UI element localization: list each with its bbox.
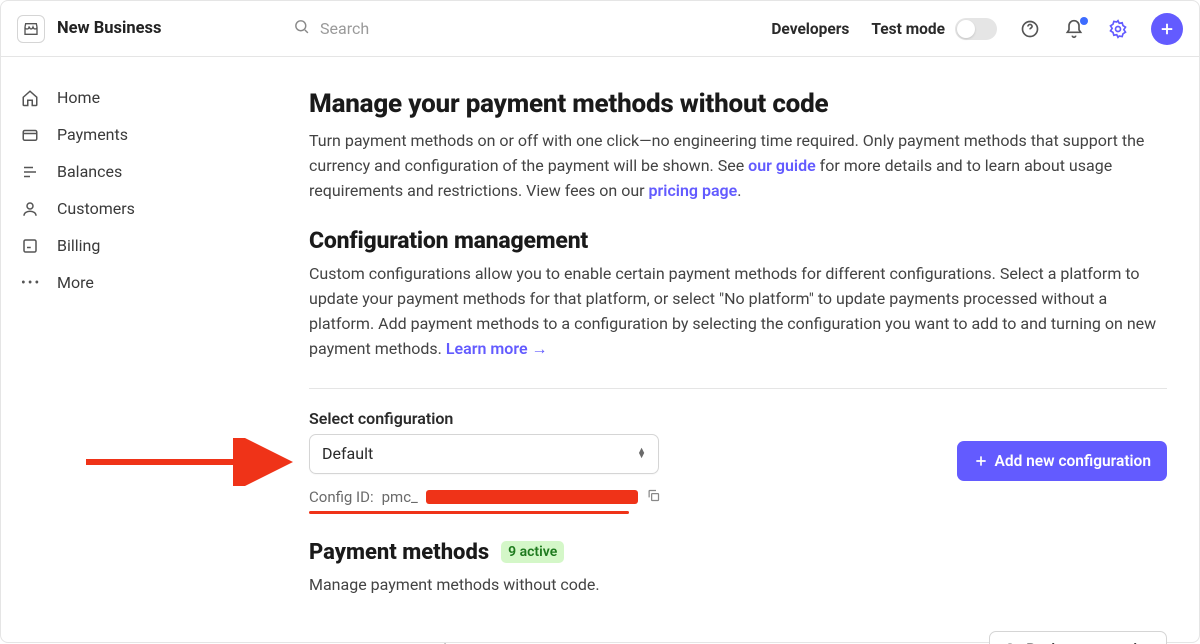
sidebar-item-balances[interactable]: Balances — [1, 153, 277, 190]
tab-preview[interactable]: Preview — [411, 630, 468, 644]
help-icon[interactable] — [1019, 18, 1041, 40]
page-title: Manage your payment methods without code — [309, 89, 1167, 119]
developers-link[interactable]: Developers — [771, 20, 849, 38]
config-mgmt-desc: Custom configurations allow you to enabl… — [309, 262, 1167, 361]
sidebar: Home Payments Balances Customers Billing… — [1, 57, 277, 644]
select-value: Default — [322, 444, 373, 463]
add-config-button[interactable]: Add new configuration — [957, 441, 1168, 481]
sidebar-item-label: Customers — [57, 199, 135, 218]
add-config-label: Add new configuration — [995, 452, 1152, 470]
search[interactable] — [293, 18, 755, 39]
active-count-badge: 9 active — [501, 541, 564, 563]
toggle-icon[interactable] — [955, 18, 997, 40]
sidebar-item-billing[interactable]: Billing — [1, 227, 277, 264]
our-guide-link[interactable]: our guide — [748, 156, 816, 175]
review-transaction-label: Review transaction — [1026, 640, 1154, 644]
main-content: Manage your payment methods without code… — [277, 57, 1199, 644]
sidebar-item-home[interactable]: Home — [1, 79, 277, 116]
tab-setup[interactable]: Set up — [329, 630, 375, 644]
sidebar-item-more[interactable]: ••• More — [1, 264, 277, 301]
sidebar-item-label: Balances — [57, 162, 122, 181]
config-select[interactable]: Default ▲▼ — [309, 434, 659, 474]
sidebar-item-label: Billing — [57, 236, 100, 255]
config-id-label: Config ID: — [309, 488, 374, 506]
home-icon — [21, 89, 39, 107]
sidebar-item-label: Payments — [57, 125, 128, 144]
copy-icon[interactable] — [646, 488, 661, 507]
test-mode-label: Test mode — [871, 20, 945, 38]
sidebar-item-payments[interactable]: Payments — [1, 116, 277, 153]
notification-dot-icon — [1080, 17, 1088, 25]
config-id-row: Config ID: pmc_ — [309, 488, 661, 507]
chevron-updown-icon: ▲▼ — [637, 449, 646, 459]
config-id-prefix: pmc_ — [382, 488, 418, 506]
topbar: New Business Developers Test mode — [1, 1, 1199, 57]
receipt-icon — [21, 237, 39, 255]
brand-name: New Business — [57, 19, 162, 38]
user-icon — [21, 200, 39, 218]
search-input[interactable] — [320, 19, 755, 38]
tabs: Set up Preview — [309, 630, 468, 644]
redacted-config-id — [426, 490, 638, 504]
sidebar-item-label: More — [57, 273, 94, 292]
sidebar-item-customers[interactable]: Customers — [1, 190, 277, 227]
topbar-actions: Developers Test mode — [771, 13, 1183, 45]
payment-methods-subtitle: Manage payment methods without code. — [309, 575, 1167, 594]
gear-icon[interactable] — [1107, 18, 1129, 40]
more-icon: ••• — [21, 275, 39, 291]
pricing-page-link[interactable]: pricing page — [649, 181, 738, 200]
brand[interactable]: New Business — [17, 15, 277, 43]
store-icon — [17, 15, 45, 43]
divider — [309, 388, 1167, 389]
test-mode-toggle[interactable]: Test mode — [871, 18, 997, 40]
balances-icon — [21, 163, 39, 181]
learn-more-link[interactable]: Learn more → — [446, 339, 548, 358]
search-icon — [293, 18, 310, 39]
select-config-label: Select configuration — [309, 409, 661, 428]
sidebar-item-label: Home — [57, 88, 100, 107]
bell-icon[interactable] — [1063, 18, 1085, 40]
review-transaction-button[interactable]: Review transaction — [989, 631, 1167, 644]
card-icon — [21, 126, 39, 144]
eye-icon — [1002, 641, 1018, 644]
add-button[interactable] — [1151, 13, 1183, 45]
intro-paragraph: Turn payment methods on or off with one … — [309, 129, 1167, 203]
payment-methods-title: Payment methods — [309, 540, 489, 565]
plus-icon — [973, 453, 989, 469]
config-mgmt-title: Configuration management — [309, 227, 1167, 254]
annotation-underline — [309, 511, 629, 514]
